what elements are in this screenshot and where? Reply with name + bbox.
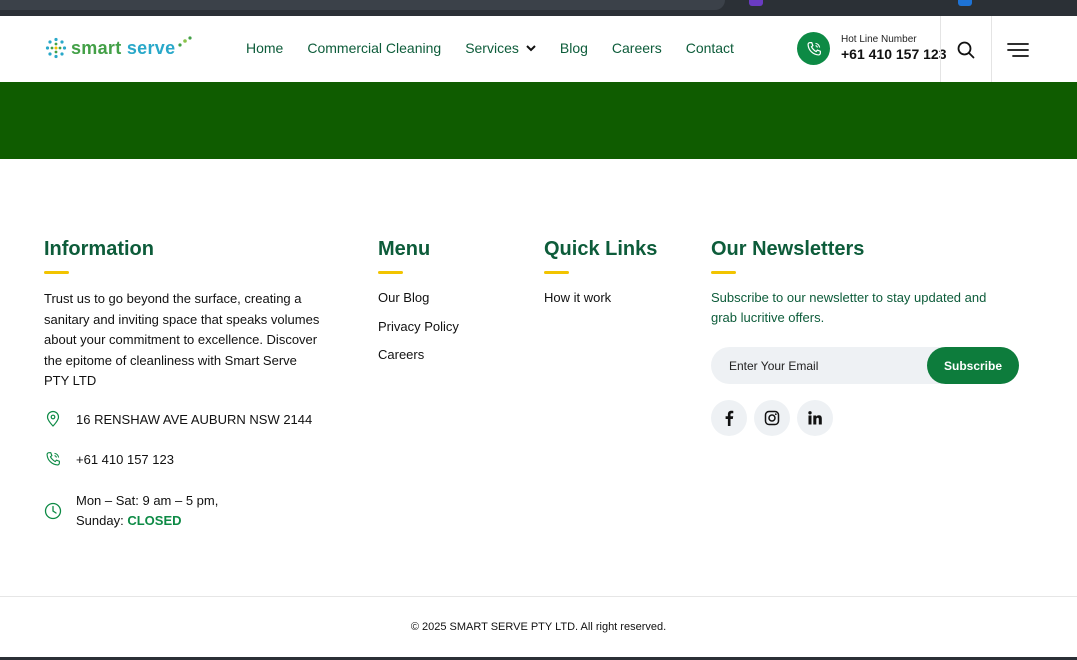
nav-careers-label: Careers xyxy=(611,40,662,56)
information-column: Information Trust us to go beyond the su… xyxy=(44,238,322,392)
hotline-label: Hot Line Number xyxy=(841,34,917,46)
title-underline xyxy=(544,271,569,274)
nav-home-label: Home xyxy=(246,40,284,56)
menu-link-privacy-policy[interactable]: Privacy Policy xyxy=(378,317,459,337)
green-banner xyxy=(0,82,1077,159)
extension-icon[interactable] xyxy=(749,0,763,6)
nav-blog-label: Blog xyxy=(559,40,588,56)
site-header: smart serve Home Commercial Cleaning Ser… xyxy=(0,16,1077,82)
phone-row[interactable]: +61 410 157 123 xyxy=(44,450,174,470)
logo-mark-icon xyxy=(45,37,67,59)
phone-icon xyxy=(797,32,830,65)
hamburger-menu-icon[interactable] xyxy=(1007,42,1029,58)
phone-icon xyxy=(46,452,60,466)
nav-contact-label: Contact xyxy=(685,40,734,56)
nav-commercial-cleaning[interactable]: Commercial Cleaning xyxy=(307,40,441,56)
location-pin-icon xyxy=(46,410,60,427)
phone-text[interactable]: +61 410 157 123 xyxy=(76,450,174,470)
copyright-text: © 2025 SMART SERVE PTY LTD. All right re… xyxy=(410,621,667,633)
hours-weekday: Mon – Sat: 9 am – 5 pm, xyxy=(76,493,219,508)
main-nav: Home Commercial Cleaning Services Blog C… xyxy=(246,40,758,56)
information-description: Trust us to go beyond the surface, creat… xyxy=(44,291,320,389)
header-divider xyxy=(991,16,992,82)
newsletter-title: Our Newsletters xyxy=(711,238,865,260)
nav-commercial-cleaning-label: Commercial Cleaning xyxy=(307,40,442,56)
quick-link-how-it-work[interactable]: How it work xyxy=(544,288,657,308)
search-icon[interactable] xyxy=(956,40,976,60)
menu-link-careers[interactable]: Careers xyxy=(378,345,459,365)
header-divider xyxy=(940,16,941,82)
footer-divider xyxy=(0,596,1077,597)
hotline[interactable]: Hot Line Number +61 410 157 123 xyxy=(797,32,947,65)
sparkle-dots-icon xyxy=(178,36,193,47)
logo[interactable]: smart serve xyxy=(45,36,193,59)
quick-links-column: Quick Links How it work xyxy=(544,238,657,317)
social-links xyxy=(711,400,833,436)
logo-text-smart: smart xyxy=(71,37,122,58)
newsletter-form: Subscribe xyxy=(711,347,1019,384)
nav-blog[interactable]: Blog xyxy=(560,40,588,56)
menu-column: Menu Our Blog Privacy Policy Careers xyxy=(378,238,459,374)
chevron-down-icon xyxy=(526,45,536,52)
email-input[interactable] xyxy=(729,347,919,384)
menu-title: Menu xyxy=(378,238,431,260)
subscribe-button[interactable]: Subscribe xyxy=(927,347,1019,384)
clock-icon xyxy=(44,502,62,520)
address-row: 16 RENSHAW AVE AUBURN NSW 2144 xyxy=(44,410,312,430)
instagram-icon[interactable] xyxy=(754,400,790,436)
extension-icon[interactable] xyxy=(958,0,972,6)
facebook-icon[interactable] xyxy=(711,400,747,436)
linkedin-icon[interactable] xyxy=(797,400,833,436)
logo-text: smart serve xyxy=(71,38,175,59)
nav-contact[interactable]: Contact xyxy=(686,40,734,56)
logo-text-serve: serve xyxy=(126,37,176,58)
information-title: Information xyxy=(44,238,154,260)
title-underline xyxy=(711,271,736,274)
title-underline xyxy=(44,271,69,274)
menu-link-our-blog[interactable]: Our Blog xyxy=(378,288,459,308)
hours-sunday-status: CLOSED xyxy=(127,513,182,528)
title-underline xyxy=(378,271,403,274)
browser-tab-area xyxy=(0,0,725,10)
address-text: 16 RENSHAW AVE AUBURN NSW 2144 xyxy=(76,412,313,427)
nav-services[interactable]: Services xyxy=(465,40,536,56)
quick-links-title: Quick Links xyxy=(544,238,658,260)
newsletter-column: Our Newsletters Subscribe to our newslet… xyxy=(711,238,991,328)
hotline-number[interactable]: +61 410 157 123 xyxy=(841,46,947,63)
browser-toolbar xyxy=(0,0,1077,16)
nav-services-label: Services xyxy=(465,40,519,56)
nav-careers[interactable]: Careers xyxy=(612,40,662,56)
nav-home[interactable]: Home xyxy=(246,40,283,56)
hours-sunday-label: Sunday: xyxy=(76,513,128,528)
newsletter-description: Subscribe to our newsletter to stay upda… xyxy=(711,290,987,325)
hours-row: Mon – Sat: 9 am – 5 pm, Sunday: CLOSED xyxy=(44,491,218,531)
